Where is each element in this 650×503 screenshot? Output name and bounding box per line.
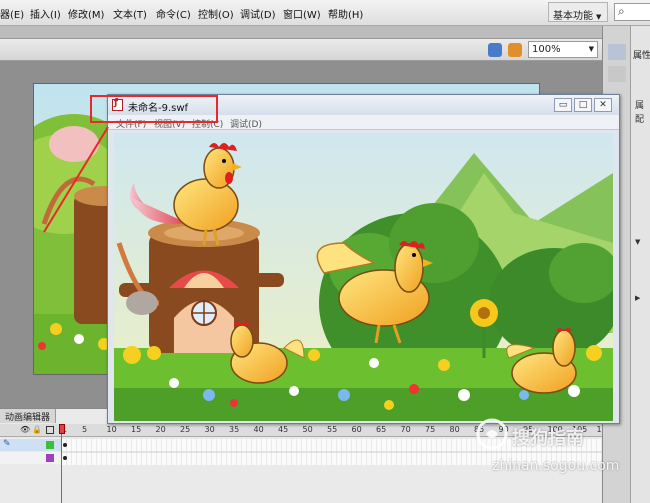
- swf-player-window[interactable]: ƒ 未命名-9.swf ▭ □ ✕ 文件(F) 视图(V) 控制(C) 调试(D…: [107, 94, 620, 424]
- frame-number: 70: [400, 425, 411, 434]
- frame-number: 35: [229, 425, 240, 434]
- menu-help[interactable]: 帮助(H): [328, 6, 363, 21]
- zoom-value: 100%: [532, 44, 561, 55]
- watermark-url: zhinan.sogou.com: [492, 458, 620, 474]
- menu-control[interactable]: 控制(O): [198, 6, 234, 21]
- menu-edit[interactable]: 器(E): [0, 6, 24, 21]
- frame-number: 40: [253, 425, 264, 434]
- menu-command[interactable]: 命令(C): [156, 6, 191, 21]
- edit-symbol-icon[interactable]: [488, 43, 502, 57]
- watermark-text: 搜狗指南: [512, 428, 584, 449]
- outline-icon[interactable]: [46, 426, 54, 434]
- chevron-down-icon: ▼: [588, 45, 594, 53]
- menu-modify[interactable]: 修改(M): [68, 6, 104, 21]
- frame-number: 15: [131, 425, 142, 434]
- properties-panel: 配 属 ▼ ▶: [630, 26, 650, 503]
- frame-number: 80: [449, 425, 460, 434]
- lock-icon[interactable]: 🔒: [32, 425, 42, 434]
- frame-number: 5: [82, 425, 88, 434]
- edit-bar: 100% ▼: [0, 39, 602, 61]
- motion-editor-tab[interactable]: 动画编辑器: [0, 409, 57, 423]
- menu-text[interactable]: 文本(T): [113, 6, 147, 21]
- maximize-button[interactable]: □: [574, 98, 592, 112]
- frame-number: 55: [327, 425, 338, 434]
- workspace-label: 基本功能: [553, 11, 593, 22]
- edit-scene-icon[interactable]: [508, 43, 522, 57]
- zoom-select[interactable]: 100% ▼: [528, 41, 598, 58]
- title-highlight-box: [90, 95, 218, 123]
- frame-number: 60: [351, 425, 362, 434]
- panel-fragment: 配: [635, 115, 645, 125]
- farm-scene: [114, 133, 613, 421]
- frame-number: 75: [425, 425, 436, 434]
- expand-triangle-icon[interactable]: ▼: [635, 238, 640, 246]
- minimize-button[interactable]: ▭: [554, 98, 572, 112]
- menu-window[interactable]: 窗口(W): [283, 6, 321, 21]
- menu-insert[interactable]: 插入(I): [30, 6, 61, 21]
- swf-animation: [114, 133, 613, 421]
- library-panel-icon[interactable]: [608, 66, 626, 82]
- panel-fragment: 属: [635, 101, 645, 111]
- chevron-down-icon: ▼: [596, 13, 602, 21]
- frame-number: 25: [180, 425, 191, 434]
- help-search-input[interactable]: ⌕: [614, 3, 650, 21]
- sogou-logo-icon: [476, 418, 508, 450]
- expand-triangle-icon[interactable]: ▶: [635, 294, 640, 302]
- layer-name[interactable]: ✎: [0, 439, 60, 451]
- pencil-icon: ✎: [3, 439, 11, 449]
- workspace-switcher[interactable]: 基本功能 ▼: [548, 2, 608, 22]
- frame-number: 50: [302, 425, 313, 434]
- frame-number: 65: [376, 425, 387, 434]
- properties-tab[interactable]: 属性: [633, 48, 650, 61]
- frame-number: 45: [278, 425, 289, 434]
- document-tab-strip: [0, 26, 602, 39]
- eye-icon[interactable]: 👁: [20, 425, 30, 434]
- search-icon: ⌕: [618, 4, 625, 18]
- swf-menu-debug[interactable]: 调试(D): [230, 117, 262, 130]
- properties-panel-icon[interactable]: [608, 44, 626, 60]
- close-button[interactable]: ✕: [594, 98, 612, 112]
- frame-number: 10: [106, 425, 117, 434]
- menubar: 器(E) 插入(I) 修改(M) 文本(T) 命令(C) 控制(O) 调试(D)…: [0, 0, 650, 26]
- frame-number: 20: [155, 425, 166, 434]
- menu-debug[interactable]: 调试(D): [240, 6, 276, 21]
- layer-color-swatch: [46, 441, 54, 449]
- layer-color-swatch: [46, 454, 54, 462]
- playhead[interactable]: [59, 424, 65, 503]
- frame-number: 30: [204, 425, 215, 434]
- layer-name[interactable]: [0, 452, 60, 464]
